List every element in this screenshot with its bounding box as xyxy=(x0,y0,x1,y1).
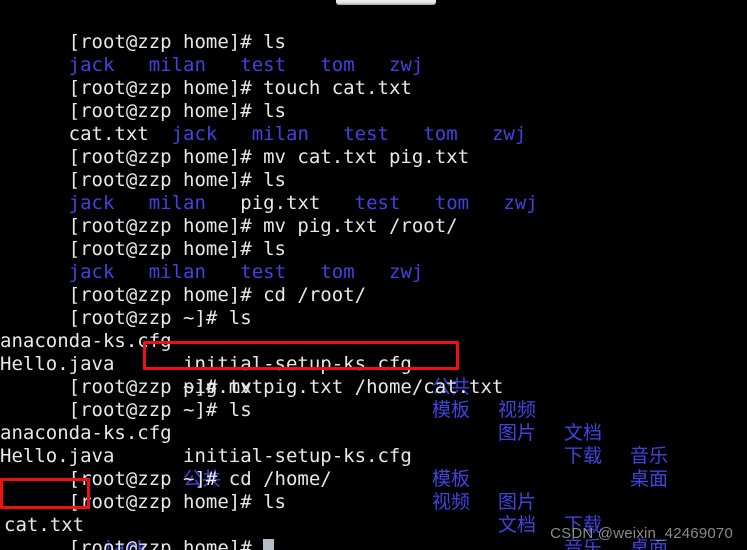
dir-entry: 模板 xyxy=(432,399,471,421)
shell-command: mv pig.txt /root/ xyxy=(263,215,458,237)
shell-command: mv pig.txt /home/cat.txt xyxy=(228,376,504,398)
shell-command: ls xyxy=(263,491,286,513)
dir-entry: 视频 xyxy=(432,491,471,513)
terminal-line-command: [root@zzp ~]# ls xyxy=(0,376,252,421)
shell-command: ls xyxy=(228,307,252,329)
text-cursor xyxy=(263,539,275,550)
dir-entry: 图片 xyxy=(498,491,537,513)
shell-prompt: [root@zzp home]# xyxy=(68,491,264,513)
csdn-watermark: CSDN @weixin_42469070 xyxy=(550,525,733,542)
terminal-line-command: [root@zzp home]# ls xyxy=(0,468,286,513)
terminal-line-output: Hello.java 公共 视频 文档 音乐 xyxy=(0,422,602,550)
dir-entry: 文档 xyxy=(564,422,603,444)
dir-entry: 音乐 xyxy=(630,445,669,467)
terminal-line-command: [root@zzp home]# ls xyxy=(0,146,286,191)
terminal-line-output: Hello.java pig.txt 模板 图片 下载 桌面 xyxy=(0,330,668,490)
terminal-line-command: [root@zzp home]# mv pig.txt /root/ xyxy=(0,192,458,237)
terminal-line-command: [root@zzp ~]# ls xyxy=(0,284,252,329)
terminal-line-command: [root@zzp home]# mv cat.txt pig.txt xyxy=(0,123,469,168)
terminal-line-output: jack milan test tom zwj xyxy=(0,31,424,76)
shell-command: cd /root/ xyxy=(263,284,367,306)
dir-entry: 桌面 xyxy=(630,468,669,490)
dir-entry: zwj xyxy=(389,261,424,283)
terminal-line-active-prompt[interactable]: [root@zzp home]# xyxy=(0,514,275,550)
window-titlebar-sliver xyxy=(336,0,436,5)
dir-entry: 下载 xyxy=(564,445,603,467)
terminal-line-output: anaconda-ks.cfg initial-setup-ks.cfg 公共 … xyxy=(0,307,668,467)
terminal-line-command: [root@zzp home]# touch cat.txt xyxy=(0,54,412,99)
shell-command: ls xyxy=(228,399,252,421)
terminal-line-output: cat.txt jack milan test tom zwj xyxy=(0,100,527,145)
terminal-line-command: [root@zzp home]# ls xyxy=(0,8,286,53)
terminal-line-output: jack milan pig.txt test tom zwj xyxy=(0,169,538,214)
dir-entry: 文档 xyxy=(498,514,537,536)
dir-entry: zwj xyxy=(503,192,538,214)
terminal-window: [root@zzp home]# ls jack milan test tom … xyxy=(0,0,747,550)
shell-prompt: [root@zzp ~]# xyxy=(68,399,229,421)
dir-entry: 图片 xyxy=(498,422,537,444)
terminal-line-command: [root@zzp ~]# cd /home/ xyxy=(0,445,332,490)
dir-entry: zwj xyxy=(491,123,527,145)
terminal-line-output: jack milan test tom zwj xyxy=(0,238,424,283)
terminal-line-output: anaconda-ks.cfg initial-setup-ks.cfg 模板 … xyxy=(0,399,668,550)
shell-prompt: [root@zzp ~]# xyxy=(68,307,229,329)
terminal-line-output: cat.txt jack milan test tom zwj xyxy=(0,491,148,550)
terminal-line-command: [root@zzp home]# ls xyxy=(0,77,286,122)
dir-entry: 模板 xyxy=(432,468,471,490)
dir-entry: 视频 xyxy=(498,399,537,421)
shell-command: mv cat.txt pig.txt xyxy=(263,146,470,168)
terminal-line-command-highlighted: [root@zzp ~]# mv pig.txt /home/cat.txt xyxy=(0,353,504,398)
terminal-line-command: [root@zzp home]# cd /root/ xyxy=(0,261,366,306)
terminal-screen[interactable]: [root@zzp home]# ls jack milan test tom … xyxy=(0,6,747,550)
shell-prompt: [root@zzp home]# xyxy=(68,537,264,550)
terminal-line-command: [root@zzp home]# ls xyxy=(0,215,286,260)
